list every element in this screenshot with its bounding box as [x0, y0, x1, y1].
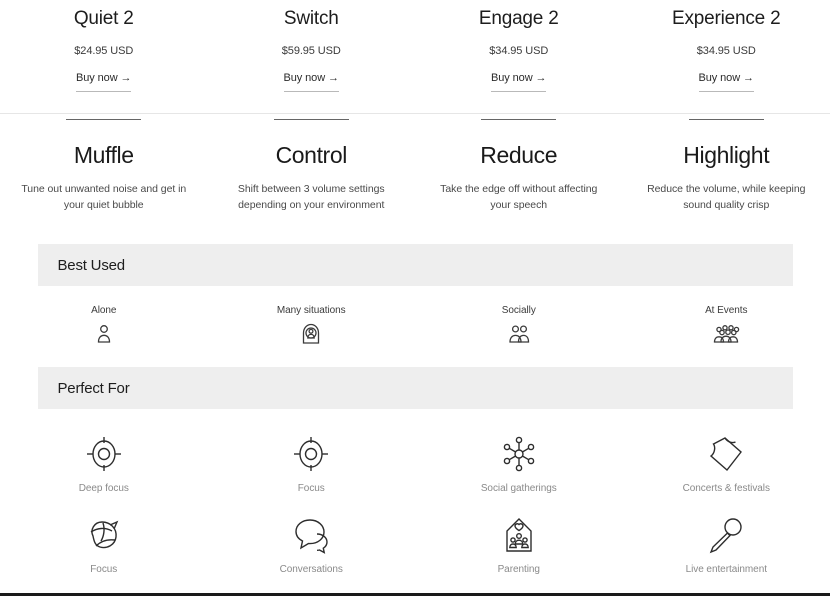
perfect-for-label: Concerts & festivals: [682, 483, 770, 495]
perfect-for-label: Deep focus: [78, 483, 129, 495]
buy-now-wrapper: Buy now →: [429, 72, 609, 92]
column-rule: [66, 118, 142, 121]
best-used-label: At Events: [705, 305, 748, 317]
buy-now-button[interactable]: Buy now →: [76, 71, 132, 92]
product-card-engage-2: Engage 2 $34.95 USD Buy now →: [415, 8, 623, 92]
perfect-for-item-parenting: Parenting: [415, 514, 623, 575]
perfect-for-item-focus-brain: Focus: [0, 514, 208, 575]
microphone-icon: [709, 518, 742, 554]
feature-title: Control: [275, 142, 348, 169]
perfect-for-item-conversations: Conversations: [208, 514, 416, 575]
crosshair-target-icon: [294, 437, 329, 472]
buy-now-wrapper: Buy now →: [637, 72, 817, 92]
feature-description: Tune out unwanted noise and get in your …: [21, 182, 187, 211]
buy-now-wrapper: Buy now →: [222, 72, 402, 92]
feature-title: Muffle: [73, 142, 134, 169]
best-used-section-header: Best Used: [37, 244, 793, 287]
buy-now-button[interactable]: Buy now →: [698, 71, 754, 92]
section-divider: [0, 112, 830, 114]
two-people-icon: [509, 325, 529, 343]
feature-description: Reduce the volume, while keeping sound q…: [647, 182, 806, 211]
best-used-label: Alone: [91, 305, 117, 317]
best-used-item-alone: Alone: [0, 305, 208, 344]
ticket-icon: [710, 437, 743, 472]
buy-now-label: Buy now: [76, 71, 118, 84]
column-rule-row: [0, 118, 830, 121]
feature-card-muffle: Muffle Tune out unwanted noise and get i…: [0, 142, 208, 213]
feature-row: Muffle Tune out unwanted noise and get i…: [0, 142, 830, 213]
best-used-heading: Best Used: [57, 256, 126, 274]
buy-now-wrapper: Buy now →: [14, 72, 194, 92]
feature-card-control: Control Shift between 3 volume settings …: [208, 142, 416, 213]
perfect-for-item-concerts-festivals: Concerts & festivals: [623, 433, 830, 494]
perfect-for-label: Social gatherings: [480, 483, 557, 495]
column-rule: [273, 118, 349, 121]
best-used-row: Alone Many situations Socially At Events: [0, 305, 830, 344]
product-card-quiet-2: Quiet 2 $24.95 USD Buy now →: [0, 8, 208, 92]
speech-bubbles-icon: [295, 519, 328, 554]
product-price: $59.95 USD: [281, 44, 341, 57]
perfect-for-item-focus: Focus: [208, 433, 416, 494]
product-comparison-page: Quiet 2 $24.95 USD Buy now → Switch $59.9…: [0, 0, 830, 596]
single-person-icon: [97, 325, 110, 343]
house-family-icon: [506, 518, 532, 552]
arrow-right-icon: →: [743, 71, 754, 84]
perfect-for-item-deep-focus: Deep focus: [0, 433, 208, 494]
arrow-right-icon: →: [535, 71, 547, 84]
perfect-for-heading: Perfect For: [57, 379, 130, 397]
brain-icon: [90, 520, 119, 549]
column-rule-cell: [623, 118, 830, 121]
best-used-item-many-situations: Many situations: [208, 305, 416, 344]
column-rule-cell: [208, 118, 416, 121]
feature-description: Shift between 3 volume settings dependin…: [237, 182, 385, 211]
perfect-for-label: Focus: [90, 564, 118, 576]
product-price: $34.95 USD: [696, 44, 756, 57]
best-used-item-at-events: At Events: [623, 305, 830, 344]
column-rule: [481, 118, 557, 121]
perfect-for-label: Focus: [297, 483, 325, 495]
crosshair-target-icon: [86, 437, 121, 472]
perfect-for-label: Conversations: [279, 564, 343, 576]
column-rule: [688, 118, 764, 121]
product-row: Quiet 2 $24.95 USD Buy now → Switch $59.9…: [0, 0, 830, 92]
product-title: Quiet 2: [73, 8, 134, 29]
buy-now-label: Buy now: [698, 71, 741, 84]
arrow-right-icon: →: [328, 71, 339, 84]
feature-card-highlight: Highlight Reduce the volume, while keepi…: [623, 142, 830, 213]
column-rule-cell: [0, 118, 208, 121]
buy-now-label: Buy now: [283, 71, 326, 84]
best-used-item-socially: Socially: [415, 305, 623, 344]
product-card-experience-2: Experience 2 $34.95 USD Buy now →: [623, 8, 830, 92]
product-title: Switch: [283, 8, 339, 29]
perfect-for-grid: Deep focus Focus Social gatherings Conce…: [0, 433, 830, 596]
crowd-icon: [714, 325, 740, 343]
product-price: $24.95 USD: [74, 44, 134, 57]
buy-now-button[interactable]: Buy now →: [283, 71, 339, 92]
arrow-right-icon: →: [120, 71, 132, 84]
feature-title: Highlight: [683, 142, 770, 169]
product-card-switch: Switch $59.95 USD Buy now →: [208, 8, 416, 92]
best-used-label: Many situations: [276, 305, 346, 317]
product-title: Engage 2: [478, 8, 559, 29]
feature-description: Take the edge off without affecting your…: [440, 182, 598, 211]
person-in-arch-icon: [303, 324, 320, 344]
best-used-label: Socially: [501, 305, 536, 317]
perfect-for-item-social-gatherings: Social gatherings: [415, 433, 623, 494]
network-nodes-icon: [503, 436, 535, 472]
buy-now-button[interactable]: Buy now →: [491, 71, 547, 92]
feature-title: Reduce: [480, 142, 558, 169]
perfect-for-label: Parenting: [497, 564, 540, 576]
product-price: $34.95 USD: [489, 44, 549, 57]
perfect-for-item-live-entertainment: Live entertainment: [623, 514, 830, 575]
perfect-for-section-header: Perfect For: [37, 367, 793, 410]
perfect-for-label: Live entertainment: [685, 564, 767, 576]
column-rule-cell: [415, 118, 623, 121]
buy-now-label: Buy now: [491, 71, 533, 84]
product-title: Experience 2: [671, 8, 781, 29]
feature-card-reduce: Reduce Take the edge off without affecti…: [415, 142, 623, 213]
